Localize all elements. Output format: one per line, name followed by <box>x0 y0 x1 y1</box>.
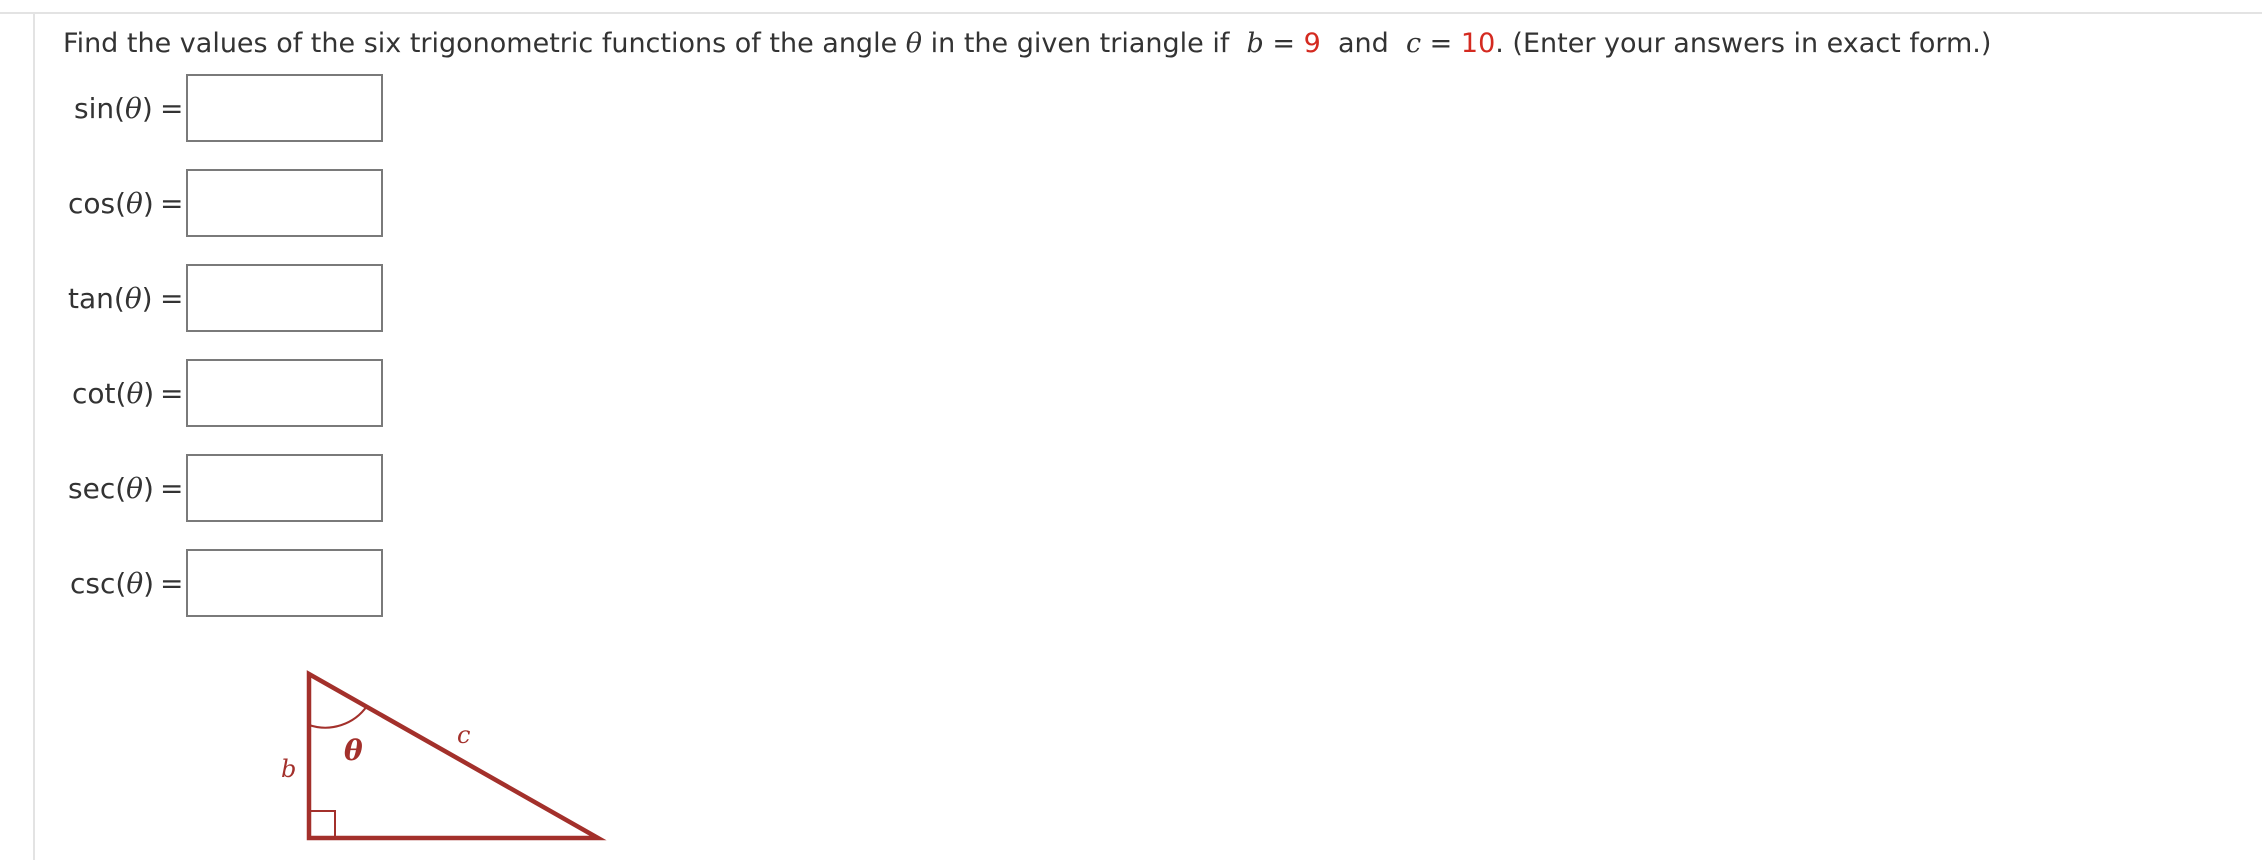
question-middle: in the given triangle if <box>930 28 1230 59</box>
question-b-value: 9 <box>1303 28 1321 59</box>
cot-answer-input[interactable] <box>186 359 383 427</box>
c-side-label: c <box>457 721 470 749</box>
question-suffix: . (Enter your answers in exact form.) <box>1495 28 1992 59</box>
sec-label: sec(θ) <box>68 472 154 505</box>
sec-equals: = <box>160 472 184 505</box>
b-side-label: b <box>281 755 296 783</box>
row-tan: tan(θ) = <box>0 264 400 334</box>
cos-answer-input[interactable] <box>186 169 383 237</box>
top-divider <box>0 12 2262 14</box>
row-csc: csc(θ) = <box>0 549 400 619</box>
row-cos: cos(θ) = <box>0 169 400 239</box>
cos-label: cos(θ) <box>68 187 154 220</box>
right-angle-marker <box>308 810 336 839</box>
question-c-var: c <box>1405 28 1422 59</box>
angle-arc <box>308 705 368 729</box>
question-eq2: = <box>1429 28 1453 59</box>
theta-angle-label: θ <box>344 734 363 767</box>
cot-equals: = <box>160 377 184 410</box>
row-sin: sin(θ) = <box>0 74 400 144</box>
row-sec: sec(θ) = <box>0 454 400 524</box>
cot-label: cot(θ) <box>72 377 155 410</box>
csc-equals: = <box>160 567 184 600</box>
sin-equals: = <box>160 92 184 125</box>
page: Find the values of the six trigonometric… <box>0 0 2262 860</box>
row-cot: cot(θ) = <box>0 359 400 429</box>
question-eq1: = <box>1272 28 1296 59</box>
cos-equals: = <box>160 187 184 220</box>
tan-label: tan(θ) <box>68 282 153 315</box>
question-b-var: b <box>1246 28 1264 59</box>
question-and: and <box>1337 28 1389 59</box>
question-c-value: 10 <box>1460 28 1496 59</box>
right-triangle-figure: b c θ <box>281 670 607 841</box>
question-theta: θ <box>905 28 923 59</box>
question-text: Find the values of the six trigonometric… <box>63 26 1991 62</box>
sin-label: sin(θ) <box>74 92 153 125</box>
tan-answer-input[interactable] <box>186 264 383 332</box>
csc-label: csc(θ) <box>70 567 155 600</box>
csc-answer-input[interactable] <box>186 549 383 617</box>
sin-answer-input[interactable] <box>186 74 383 142</box>
tan-equals: = <box>160 282 184 315</box>
question-prefix: Find the values of the six trigonometric… <box>63 28 898 59</box>
sec-answer-input[interactable] <box>186 454 383 522</box>
